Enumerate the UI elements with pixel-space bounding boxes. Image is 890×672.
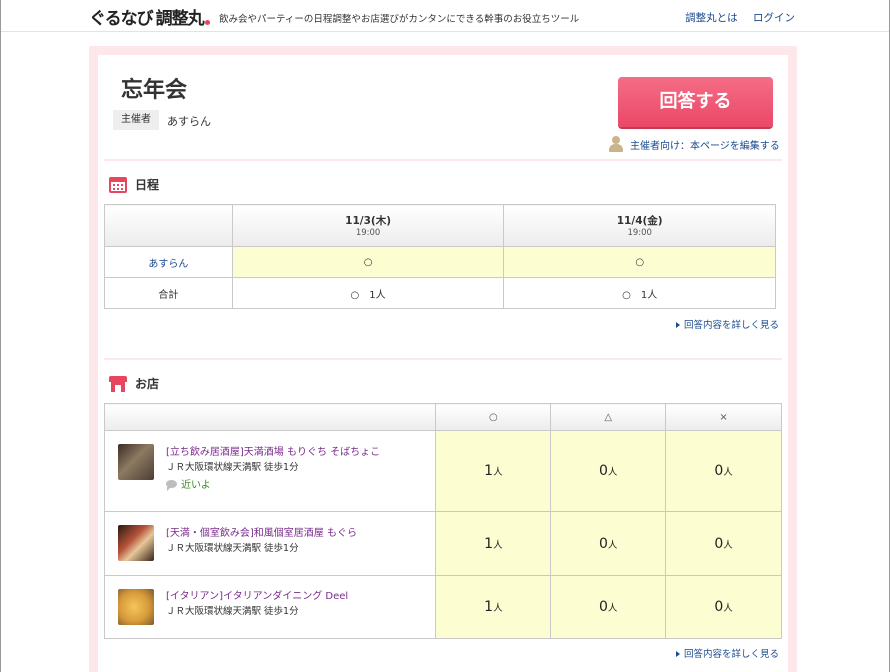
about-link[interactable]: 調整丸とは bbox=[685, 12, 738, 24]
shop-thumbnail[interactable] bbox=[118, 444, 154, 480]
total-row: 合計 ○ 1人 ○ 1人 bbox=[104, 277, 776, 309]
total-cell: ○ 1人 bbox=[231, 277, 505, 309]
shop-info: [イタリアン]イタリアンダイニング Deel ＪＲ大阪環状線天満駅 徒歩1分 bbox=[103, 575, 437, 639]
vote-unit: 人 bbox=[723, 539, 733, 551]
shop-info: [天満・個室飲み会]和風個室居酒屋 もぐら ＪＲ大阪環状線天満駅 徒歩1分 bbox=[103, 511, 437, 576]
shops-column-header: × bbox=[665, 403, 782, 431]
table-row: あすらん ○ ○ bbox=[104, 246, 776, 278]
vote-count-cell: 0人 bbox=[550, 430, 667, 512]
shop-thumbnail[interactable] bbox=[118, 589, 154, 625]
vote-unit: 人 bbox=[493, 603, 503, 614]
vote-count: 0 bbox=[599, 599, 608, 615]
schedule-corner-cell bbox=[104, 204, 233, 247]
schedule-table: 11/3(木) 19:00 11/4(金) 19:00 あすらん ○ ○ 合計 … bbox=[104, 204, 776, 309]
triangle-right-icon bbox=[676, 651, 680, 657]
total-label: 合計 bbox=[104, 277, 233, 309]
shops-corner-cell bbox=[103, 403, 437, 431]
schedule-heading-label: 日程 bbox=[135, 178, 160, 192]
vote-unit: 人 bbox=[493, 467, 503, 478]
divider bbox=[104, 159, 782, 161]
edit-page-link-label: 主催者向け：本ページを編集する bbox=[630, 140, 780, 152]
shop-info: [立ち飲み居酒屋]天満酒場 もりぐち そばちょこ ＪＲ大阪環状線天満駅 徒歩1分… bbox=[103, 430, 437, 512]
schedule-time: 19:00 bbox=[355, 228, 381, 238]
shop-name-link[interactable]: [天満・個室飲み会]和風個室居酒屋 もぐら bbox=[166, 524, 357, 539]
schedule-date: 11/4(金) bbox=[616, 215, 663, 227]
top-links: 調整丸とは ログイン bbox=[673, 10, 795, 25]
shops-heading: お店 bbox=[109, 375, 159, 392]
vote-count-cell: 1人 bbox=[435, 511, 552, 576]
organizer-name: あすらん bbox=[167, 115, 211, 128]
divider bbox=[104, 358, 782, 360]
schedule-heading: 日程 bbox=[109, 176, 159, 193]
vote-count-cell: 0人 bbox=[550, 575, 667, 639]
user-icon bbox=[608, 135, 624, 153]
shop-access: ＪＲ大阪環状線天満駅 徒歩1分 bbox=[166, 462, 299, 473]
participant-name[interactable]: あすらん bbox=[104, 246, 233, 278]
shop-name-link[interactable]: [イタリアン]イタリアンダイニング Deel bbox=[166, 587, 348, 602]
vote-unit: 人 bbox=[607, 467, 618, 478]
vote-unit: 人 bbox=[723, 603, 733, 614]
shop-thumbnail[interactable] bbox=[118, 525, 154, 561]
schedule-detail-link-label: 回答内容を詳しく見る bbox=[684, 320, 780, 331]
vote-count: 0 bbox=[714, 599, 724, 615]
vote-count: 0 bbox=[714, 463, 724, 479]
schedule-detail-link[interactable]: 回答内容を詳しく見る bbox=[676, 317, 779, 331]
schedule-header-row: 11/3(木) 19:00 11/4(金) 19:00 bbox=[104, 204, 776, 247]
vote-count-cell: 0人 bbox=[665, 575, 782, 639]
shop-name-link[interactable]: [立ち飲み居酒屋]天満酒場 もりぐち そばちょこ bbox=[166, 443, 380, 458]
answer-cell: ○ bbox=[231, 246, 505, 278]
vote-count: 0 bbox=[714, 535, 724, 552]
login-link[interactable]: ログイン bbox=[753, 12, 795, 24]
answer-button[interactable]: 回答する bbox=[618, 77, 773, 127]
shops-column-header: ○ bbox=[435, 403, 552, 431]
vote-count: 0 bbox=[599, 463, 608, 479]
top-bar: ぐるなび 調整丸 飲み会やパーティーの日程調整やお店選びがカンタンにできる幹事の… bbox=[1, 0, 889, 32]
shops-header-row: ○ △ × bbox=[103, 403, 782, 431]
vote-unit: 人 bbox=[723, 467, 733, 478]
answer-cell: ○ bbox=[503, 246, 776, 278]
vote-count: 0 bbox=[599, 535, 608, 552]
logo-chousei: 調整丸 bbox=[155, 8, 205, 29]
shops-detail-link-label: 回答内容を詳しく見る bbox=[684, 649, 780, 660]
shops-table: ○ △ × [立ち飲み居酒屋]天満酒場 もりぐち そばちょこ ＪＲ大阪環状線天満… bbox=[103, 403, 782, 639]
shop-comment: 近いよ bbox=[166, 476, 211, 491]
table-row: [イタリアン]イタリアンダイニング Deel ＪＲ大阪環状線天満駅 徒歩1分 1… bbox=[103, 575, 782, 639]
shop-comment-text: 近いよ bbox=[181, 480, 211, 491]
shops-detail-link[interactable]: 回答内容を詳しく見る bbox=[676, 646, 779, 660]
vote-count-cell: 1人 bbox=[435, 575, 552, 639]
vote-unit: 人 bbox=[607, 539, 618, 551]
schedule-date: 11/3(木) bbox=[345, 215, 391, 227]
vote-count-cell: 0人 bbox=[665, 511, 782, 576]
shop-access: ＪＲ大阪環状線天満駅 徒歩1分 bbox=[166, 543, 299, 554]
event-title: 忘年会 bbox=[121, 78, 188, 103]
schedule-date-column: 11/4(金) 19:00 bbox=[503, 204, 776, 247]
logo-gurunavi: ぐるなび bbox=[89, 8, 154, 29]
vote-count: 1 bbox=[484, 599, 494, 615]
vote-count-cell: 0人 bbox=[550, 511, 667, 576]
table-row: [立ち飲み居酒屋]天満酒場 もりぐち そばちょこ ＪＲ大阪環状線天満駅 徒歩1分… bbox=[103, 430, 782, 512]
organizer-label: 主催者 bbox=[113, 110, 159, 130]
vote-unit: 人 bbox=[607, 603, 618, 614]
table-row: [天満・個室飲み会]和風個室居酒屋 もぐら ＪＲ大阪環状線天満駅 徒歩1分 1人… bbox=[103, 511, 782, 576]
comment-bubble-icon bbox=[166, 479, 177, 491]
shops-column-header: △ bbox=[550, 403, 667, 431]
vote-count-cell: 0人 bbox=[665, 430, 782, 512]
vote-count: 1 bbox=[484, 535, 494, 552]
vote-count-cell: 1人 bbox=[435, 430, 552, 512]
shop-icon bbox=[109, 375, 127, 392]
shops-heading-label: お店 bbox=[135, 377, 160, 391]
vote-unit: 人 bbox=[493, 539, 503, 551]
triangle-right-icon bbox=[676, 322, 680, 328]
vote-count: 1 bbox=[484, 463, 494, 479]
logo-dot-icon bbox=[204, 19, 210, 25]
calendar-icon bbox=[109, 176, 127, 193]
schedule-time: 19:00 bbox=[627, 228, 652, 238]
logo[interactable]: ぐるなび 調整丸 bbox=[89, 4, 210, 29]
tagline: 飲み会やパーティーの日程調整やお店選びがカンタンにできる幹事のお役立ちツール bbox=[219, 14, 580, 25]
edit-page-link[interactable]: 主催者向け：本ページを編集する bbox=[608, 134, 780, 154]
total-cell: ○ 1人 bbox=[503, 277, 776, 309]
schedule-date-column: 11/3(木) 19:00 bbox=[231, 204, 505, 247]
shop-access: ＪＲ大阪環状線天満駅 徒歩1分 bbox=[166, 606, 299, 617]
